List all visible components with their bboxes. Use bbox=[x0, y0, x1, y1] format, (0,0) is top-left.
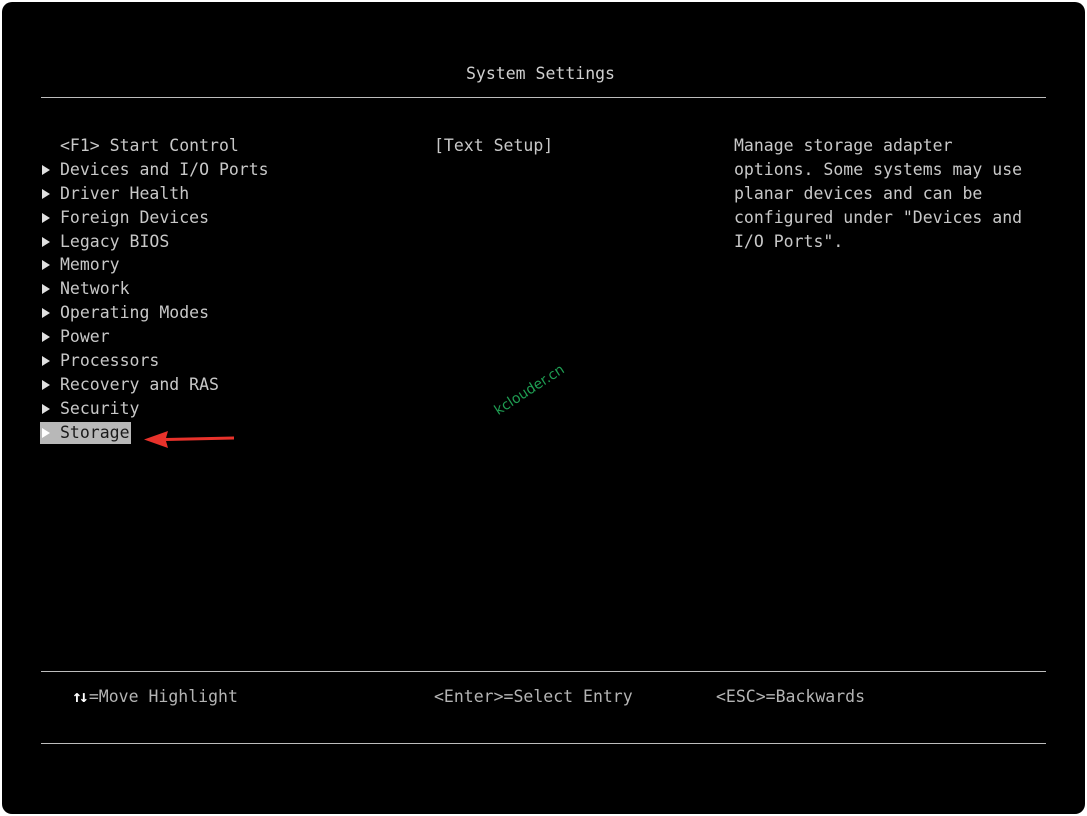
menu-item-security[interactable]: Security bbox=[40, 397, 269, 421]
selection-highlight: Storage bbox=[40, 421, 131, 444]
submenu-arrow-icon bbox=[42, 236, 50, 247]
footer-move-hint: ↑↓ =Move Highlight bbox=[72, 685, 238, 709]
submenu-arrow-icon bbox=[42, 379, 50, 390]
menu-item-label: Recovery and RAS bbox=[60, 374, 219, 394]
menu-item-label: Operating Modes bbox=[60, 303, 210, 323]
footer-bottom-divider bbox=[41, 743, 1046, 744]
watermark-text: kclouder.cn bbox=[491, 361, 568, 419]
submenu-arrow-icon bbox=[42, 332, 50, 343]
menu-item-operating-modes[interactable]: Operating Modes bbox=[40, 301, 269, 325]
submenu-arrow-icon bbox=[42, 260, 50, 271]
menu-item-label: <F1> Start Control bbox=[60, 136, 239, 155]
menu-item-network[interactable]: Network bbox=[40, 277, 269, 301]
bios-screen: System Settings <F1> Start Control Devic… bbox=[2, 2, 1085, 814]
setup-mode-label: [Text Setup] bbox=[434, 136, 554, 155]
menu-item-label: Processors bbox=[60, 351, 160, 371]
menu-item-label: Storage bbox=[60, 422, 130, 442]
menu-item-devices-io-ports[interactable]: Devices and I/O Ports bbox=[40, 158, 269, 182]
menu-item-memory[interactable]: Memory bbox=[40, 253, 269, 277]
move-hint-label: =Move Highlight bbox=[88, 687, 238, 706]
settings-menu: <F1> Start Control Devices and I/O Ports… bbox=[40, 134, 269, 445]
menu-item-legacy-bios[interactable]: Legacy BIOS bbox=[40, 230, 269, 254]
menu-item-label: Power bbox=[60, 327, 110, 347]
menu-item-label: Memory bbox=[60, 255, 120, 275]
menu-item-start-control[interactable]: <F1> Start Control bbox=[40, 134, 269, 158]
page-title: System Settings bbox=[465, 64, 615, 83]
submenu-arrow-icon bbox=[42, 355, 50, 366]
submenu-arrow-icon bbox=[42, 212, 50, 223]
menu-item-label: Network bbox=[60, 279, 130, 299]
menu-item-foreign-devices[interactable]: Foreign Devices bbox=[40, 206, 269, 230]
up-down-arrows-icon: ↑↓ bbox=[72, 687, 89, 706]
menu-item-processors[interactable]: Processors bbox=[40, 349, 269, 373]
menu-item-recovery-ras[interactable]: Recovery and RAS bbox=[40, 373, 269, 397]
submenu-arrow-icon bbox=[42, 164, 50, 175]
submenu-arrow-icon bbox=[42, 188, 50, 199]
help-text: Manage storage adapter options. Some sys… bbox=[734, 136, 1023, 251]
menu-item-label: Devices and I/O Ports bbox=[60, 159, 269, 179]
footer-top-divider bbox=[41, 671, 1046, 672]
menu-item-label: Security bbox=[60, 398, 140, 418]
menu-item-label: Legacy BIOS bbox=[60, 231, 170, 251]
menu-item-power[interactable]: Power bbox=[40, 325, 269, 349]
top-divider bbox=[41, 97, 1046, 98]
menu-item-label: Foreign Devices bbox=[60, 207, 210, 227]
footer-select-hint: <Enter>=Select Entry bbox=[434, 687, 633, 706]
submenu-arrow-icon bbox=[42, 403, 50, 414]
annotation-arrow-icon bbox=[144, 431, 234, 448]
submenu-arrow-icon bbox=[42, 284, 50, 295]
footer-back-hint: <ESC>=Backwards bbox=[716, 687, 866, 706]
menu-item-driver-health[interactable]: Driver Health bbox=[40, 182, 269, 206]
submenu-arrow-icon bbox=[42, 308, 50, 319]
menu-item-label: Driver Health bbox=[60, 183, 190, 203]
submenu-arrow-icon bbox=[42, 427, 50, 438]
